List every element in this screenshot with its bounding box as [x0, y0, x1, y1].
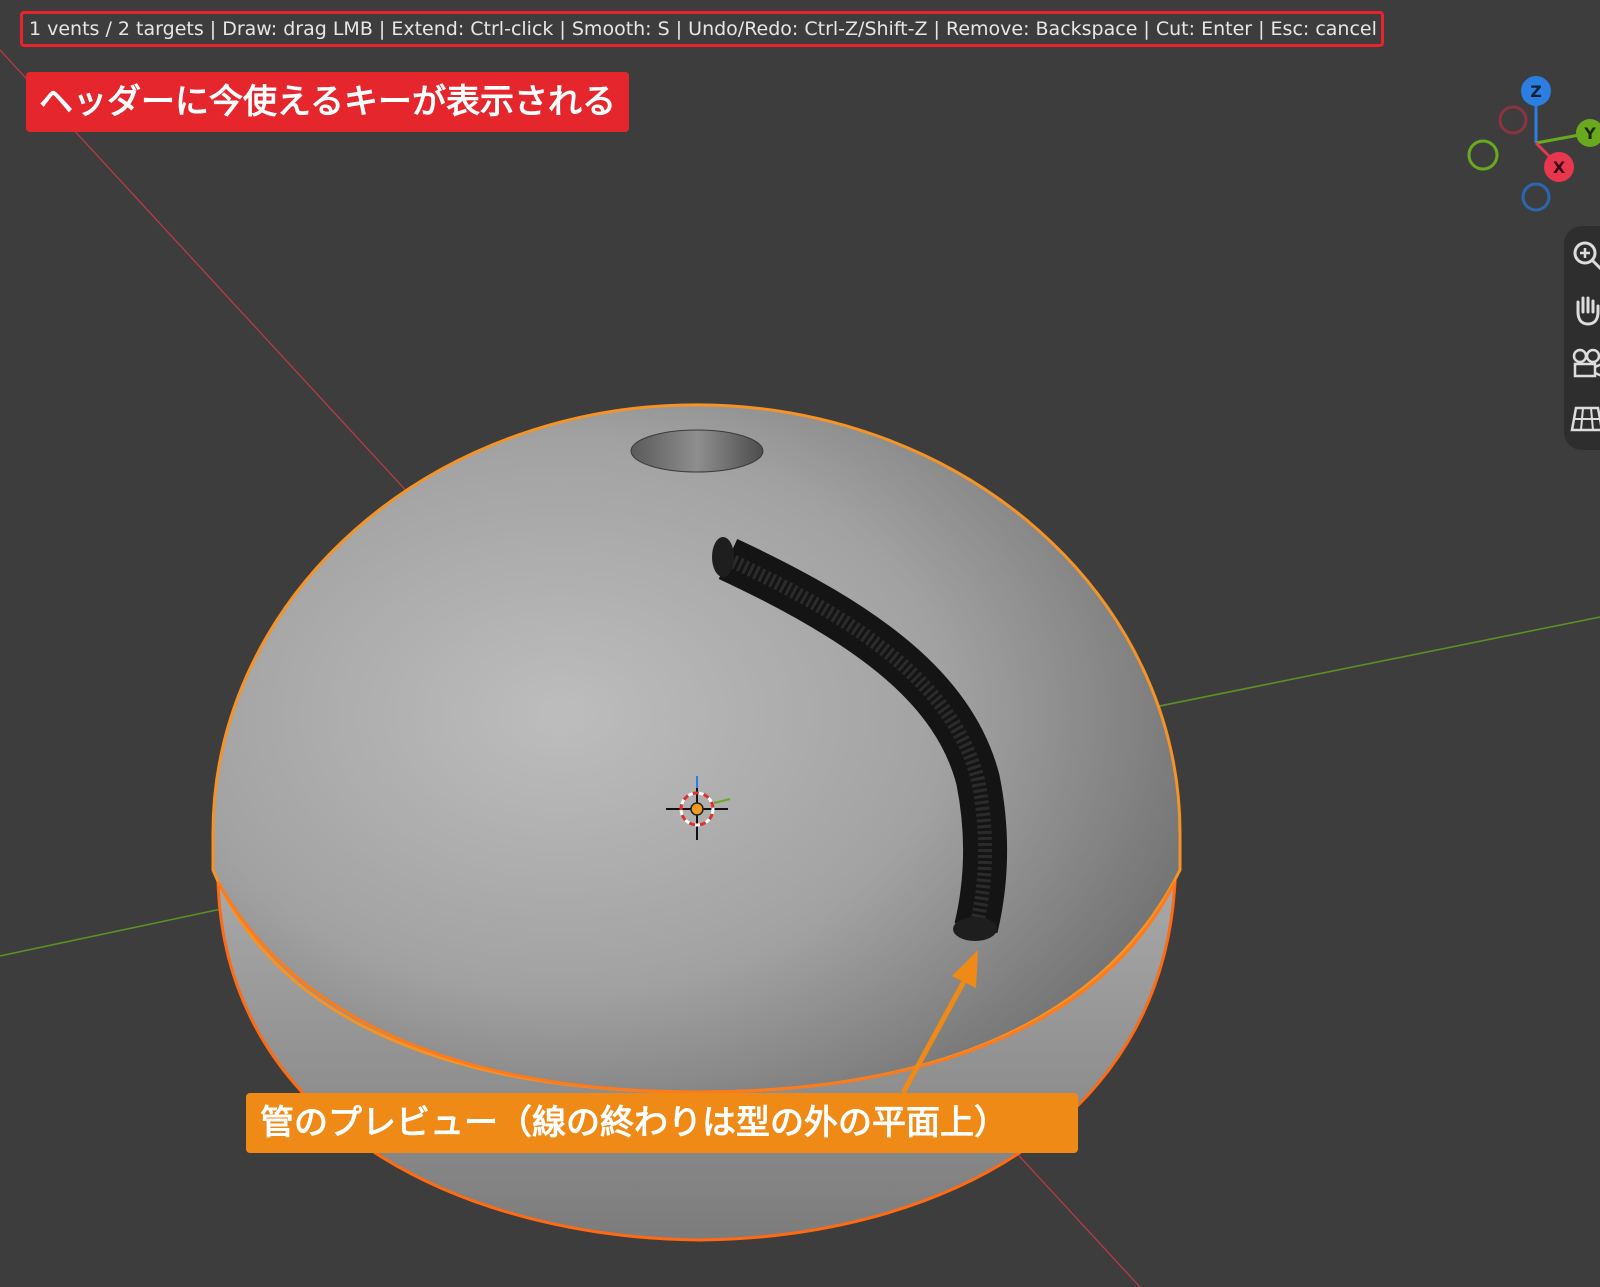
gizmo-neg-x-icon[interactable]	[1498, 105, 1528, 135]
navigation-gizmo[interactable]: Z Y X	[1460, 75, 1600, 215]
gizmo-z-axis-icon[interactable]: Z	[1521, 76, 1551, 106]
header-annotation-label: ヘッダーに今使えるキーが表示される	[26, 72, 629, 132]
gizmo-x-axis-icon[interactable]: X	[1544, 152, 1574, 182]
camera-icon[interactable]	[1570, 346, 1600, 380]
upper-mold-sphere	[211, 403, 1182, 1094]
gizmo-neg-y-icon[interactable]	[1467, 139, 1499, 171]
zoom-in-icon[interactable]	[1570, 238, 1600, 272]
3d-viewport[interactable]: 1 vents / 2 targets | Draw: drag LMB | E…	[0, 0, 1600, 1287]
grid-ortho-icon[interactable]	[1570, 400, 1600, 434]
hand-pan-icon[interactable]	[1570, 292, 1600, 326]
gizmo-y-axis-icon[interactable]: Y	[1576, 119, 1600, 147]
svg-text:X: X	[1553, 158, 1566, 177]
viewport-header: 1 vents / 2 targets | Draw: drag LMB | E…	[0, 0, 1600, 58]
svg-text:Z: Z	[1530, 82, 1542, 101]
gizmo-neg-z-icon[interactable]	[1521, 182, 1551, 212]
header-status-text: 1 vents / 2 targets | Draw: drag LMB | E…	[20, 11, 1384, 47]
sprue-hole	[630, 429, 764, 473]
tube-preview-annotation-label: 管のプレビュー（線の終わりは型の外の平面上）	[246, 1093, 1078, 1153]
vent-tube-end-cap	[953, 917, 997, 941]
navigation-tools-panel	[1564, 226, 1600, 450]
y-axis-line-left	[0, 904, 241, 957]
y-axis-line-right	[1129, 616, 1600, 713]
vent-tube-start-cap	[712, 537, 734, 577]
svg-text:Y: Y	[1583, 124, 1596, 143]
